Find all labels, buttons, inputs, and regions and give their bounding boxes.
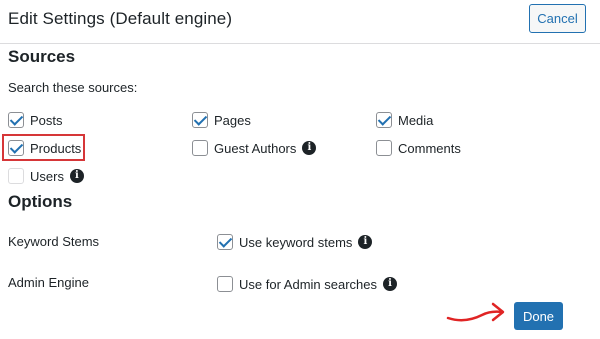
users-label: Users — [30, 168, 64, 184]
guest-authors-checkbox[interactable] — [192, 140, 208, 156]
admin-searches-checkbox[interactable] — [217, 276, 233, 292]
products-label: Products — [30, 140, 82, 156]
source-guest-authors[interactable]: Guest Authors i — [192, 139, 317, 157]
comments-checkbox[interactable] — [376, 140, 392, 156]
info-icon[interactable]: i — [358, 235, 373, 249]
info-icon[interactable]: i — [302, 141, 317, 155]
sources-heading: Sources — [8, 47, 76, 66]
admin-searches-option-label: Use for Admin searches — [239, 276, 378, 292]
keyword-stems-option-label: Use keyword stems — [239, 234, 353, 250]
source-comments[interactable]: Comments — [376, 139, 461, 157]
cancel-button[interactable]: Cancel — [529, 4, 586, 33]
pages-label: Pages — [214, 112, 251, 128]
dialog-header: Edit Settings (Default engine) Cancel — [0, 0, 600, 44]
sources-prompt: Search these sources: — [8, 80, 138, 95]
comments-label: Comments — [398, 140, 461, 156]
source-products[interactable]: Products — [8, 139, 81, 157]
admin-engine-option[interactable]: Use for Admin searches i — [217, 275, 398, 293]
info-icon[interactable]: i — [383, 277, 398, 291]
guest-authors-label: Guest Authors — [214, 140, 297, 156]
media-label: Media — [398, 112, 434, 128]
done-button[interactable]: Done — [514, 302, 563, 330]
users-checkbox[interactable] — [8, 168, 24, 184]
media-checkbox[interactable] — [376, 112, 392, 128]
pages-checkbox[interactable] — [192, 112, 208, 128]
source-posts[interactable]: Posts — [8, 111, 63, 129]
posts-label: Posts — [30, 112, 63, 128]
annotation-arrow-icon — [446, 302, 505, 322]
admin-engine-label: Admin Engine — [8, 275, 89, 290]
options-heading: Options — [8, 192, 73, 211]
source-users[interactable]: Users i — [8, 167, 84, 185]
info-icon[interactable]: i — [69, 169, 84, 183]
keyword-stems-label: Keyword Stems — [8, 234, 100, 249]
source-pages[interactable]: Pages — [192, 111, 251, 129]
posts-checkbox[interactable] — [8, 112, 24, 128]
source-media[interactable]: Media — [376, 111, 433, 129]
dialog-title: Edit Settings (Default engine) — [8, 9, 233, 28]
keyword-stems-option[interactable]: Use keyword stems i — [217, 233, 373, 251]
keyword-stems-checkbox[interactable] — [217, 234, 233, 250]
products-checkbox[interactable] — [8, 140, 24, 156]
